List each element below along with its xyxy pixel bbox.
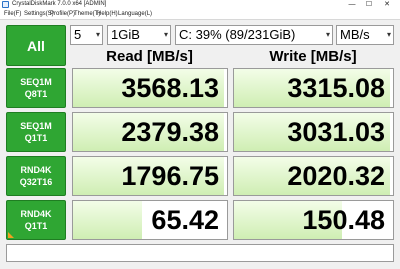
row-label-line1: RND4K <box>20 165 52 175</box>
read-result-cell: 65.42 <box>72 200 228 240</box>
seq1m-q1t1-button[interactable]: SEQ1M Q1T1 <box>6 112 66 152</box>
test-size-select[interactable]: 1GiB ▾ <box>107 25 171 45</box>
window-title: CrystalDiskMark 7.0.0 x64 [ADMIN] <box>12 1 107 7</box>
write-result-cell: 150.48 <box>233 200 394 240</box>
unit-value: MB/s <box>340 27 370 42</box>
row-label-line2: Q1T1 <box>24 133 48 143</box>
test-size-value: 1GiB <box>111 27 140 42</box>
read-value: 65.42 <box>151 205 219 235</box>
corner-marker-icon <box>8 232 14 238</box>
menu-language[interactable]: Language(L) <box>118 9 152 20</box>
drive-select[interactable]: C: 39% (89/231GiB) ▾ <box>175 25 333 45</box>
read-level-bar <box>73 201 143 239</box>
chevron-down-icon: ▾ <box>95 30 100 39</box>
read-column-header: Read [MB/s] <box>106 48 193 65</box>
write-value: 2020.32 <box>287 161 385 191</box>
close-button[interactable]: ✕ <box>380 0 394 9</box>
chevron-down-icon: ▾ <box>386 30 391 39</box>
write-result-cell: 3315.08 <box>233 68 394 108</box>
chevron-down-icon: ▾ <box>325 30 330 39</box>
row-label-line2: Q32T16 <box>19 177 53 187</box>
test-count-value: 5 <box>74 27 82 42</box>
seq1m-q8t1-button[interactable]: SEQ1M Q8T1 <box>6 68 66 108</box>
test-count-select[interactable]: 5 ▾ <box>70 25 103 45</box>
write-result-cell: 3031.03 <box>233 112 394 152</box>
row-label-line2: Q8T1 <box>24 89 48 99</box>
write-result-cell: 2020.32 <box>233 156 394 196</box>
run-all-button[interactable]: All <box>6 25 66 66</box>
read-result-cell: 3568.13 <box>72 68 228 108</box>
menu-bar: File(F) Settings(S) Profile(P) Theme(T) … <box>0 9 400 20</box>
read-value: 2379.38 <box>121 117 219 147</box>
row-label-line1: SEQ1M <box>20 121 52 131</box>
read-value: 1796.75 <box>121 161 219 191</box>
write-value: 3315.08 <box>287 73 385 103</box>
rnd4k-q1t1-button[interactable]: RND4K Q1T1 <box>6 200 66 240</box>
menu-help[interactable]: Help(H) <box>97 9 118 20</box>
title-bar: CrystalDiskMark 7.0.0 x64 [ADMIN] — ☐ ✕ <box>0 0 400 9</box>
row-label-line1: SEQ1M <box>20 77 52 87</box>
write-value: 150.48 <box>302 205 385 235</box>
unit-select[interactable]: MB/s ▾ <box>336 25 394 45</box>
minimize-button[interactable]: — <box>345 0 359 9</box>
read-result-cell: 1796.75 <box>72 156 228 196</box>
write-column-header: Write [MB/s] <box>269 48 357 65</box>
row-label-line1: RND4K <box>20 209 52 219</box>
comment-field[interactable] <box>6 244 394 262</box>
rnd4k-q32t16-button[interactable]: RND4K Q32T16 <box>6 156 66 196</box>
drive-value: C: 39% (89/231GiB) <box>179 27 296 42</box>
menu-profile[interactable]: Profile(P) <box>50 9 75 20</box>
menu-file[interactable]: File(F) <box>4 9 21 20</box>
app-icon <box>2 1 9 8</box>
maximize-button[interactable]: ☐ <box>362 0 376 9</box>
row-label-line2: Q1T1 <box>24 221 48 231</box>
read-result-cell: 2379.38 <box>72 112 228 152</box>
read-value: 3568.13 <box>121 73 219 103</box>
chevron-down-icon: ▾ <box>163 30 168 39</box>
write-value: 3031.03 <box>287 117 385 147</box>
